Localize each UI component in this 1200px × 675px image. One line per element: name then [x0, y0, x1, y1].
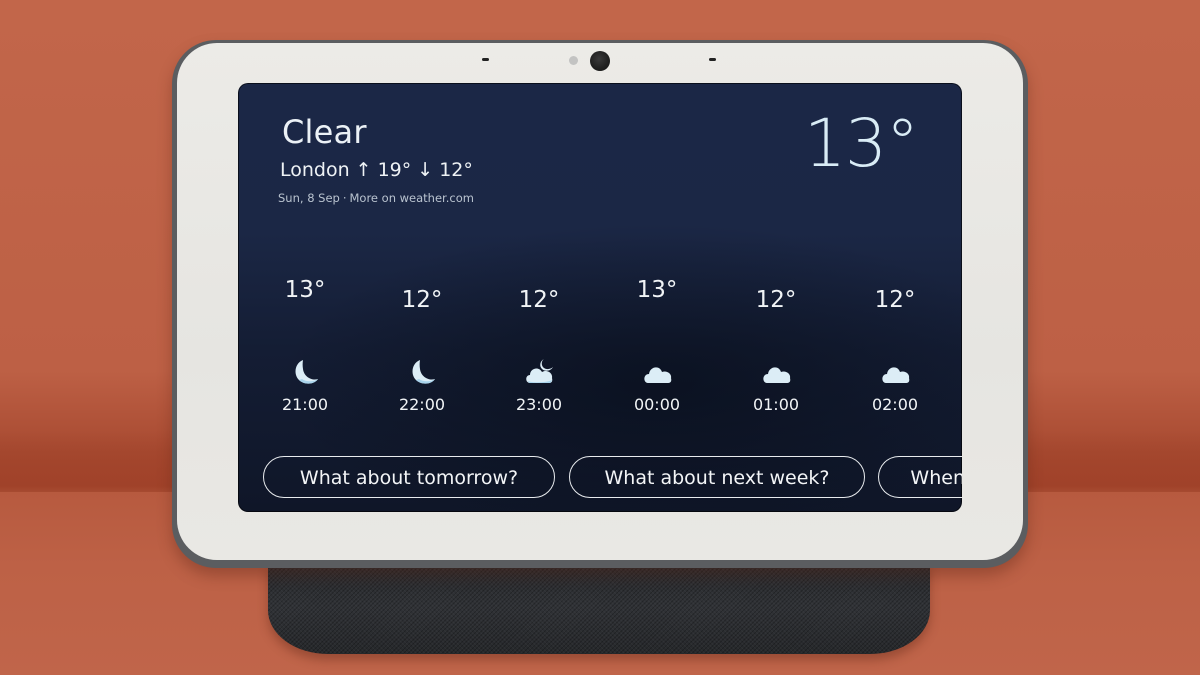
hourly-temp: 13° [636, 277, 678, 303]
moon-clear-icon [295, 360, 318, 384]
hourly-time: 02:00 [871, 395, 919, 414]
cloud-moon-icon [526, 359, 553, 383]
hourly-time: 22:00 [398, 395, 446, 414]
hourly-forecast: 13° 21:00 12° 22:00 12° 23:00 13° 00:00 … [238, 83, 962, 512]
cloud-icon [882, 367, 910, 383]
speaker-base [268, 562, 930, 654]
hourly-temp: 12° [401, 287, 443, 313]
suggestion-next-week-button[interactable]: What about next week? [569, 456, 865, 498]
hourly-time: 00:00 [633, 395, 681, 414]
microphone-left [482, 58, 489, 61]
weather-screen: Clear London ↑ 19° ↓ 12° Sun, 8 Sep · More on … [238, 83, 962, 512]
suggestion-tomorrow-button[interactable]: What about tomorrow? [263, 456, 555, 498]
cloud-icon [644, 367, 672, 383]
hourly-temp: 12° [518, 287, 560, 313]
suggestion-partial-button[interactable]: When w [878, 456, 962, 498]
ambient-light-sensor [569, 56, 578, 65]
camera-icon [590, 51, 610, 71]
hourly-time: 21:00 [281, 395, 329, 414]
hourly-temp: 12° [874, 287, 916, 313]
hourly-time: 23:00 [515, 395, 563, 414]
hourly-temp: 13° [284, 277, 326, 303]
cloud-icon [763, 367, 791, 383]
microphone-right [709, 58, 716, 61]
hourly-time: 01:00 [752, 395, 800, 414]
hourly-temp: 12° [755, 287, 797, 313]
moon-clear-icon [412, 360, 435, 384]
